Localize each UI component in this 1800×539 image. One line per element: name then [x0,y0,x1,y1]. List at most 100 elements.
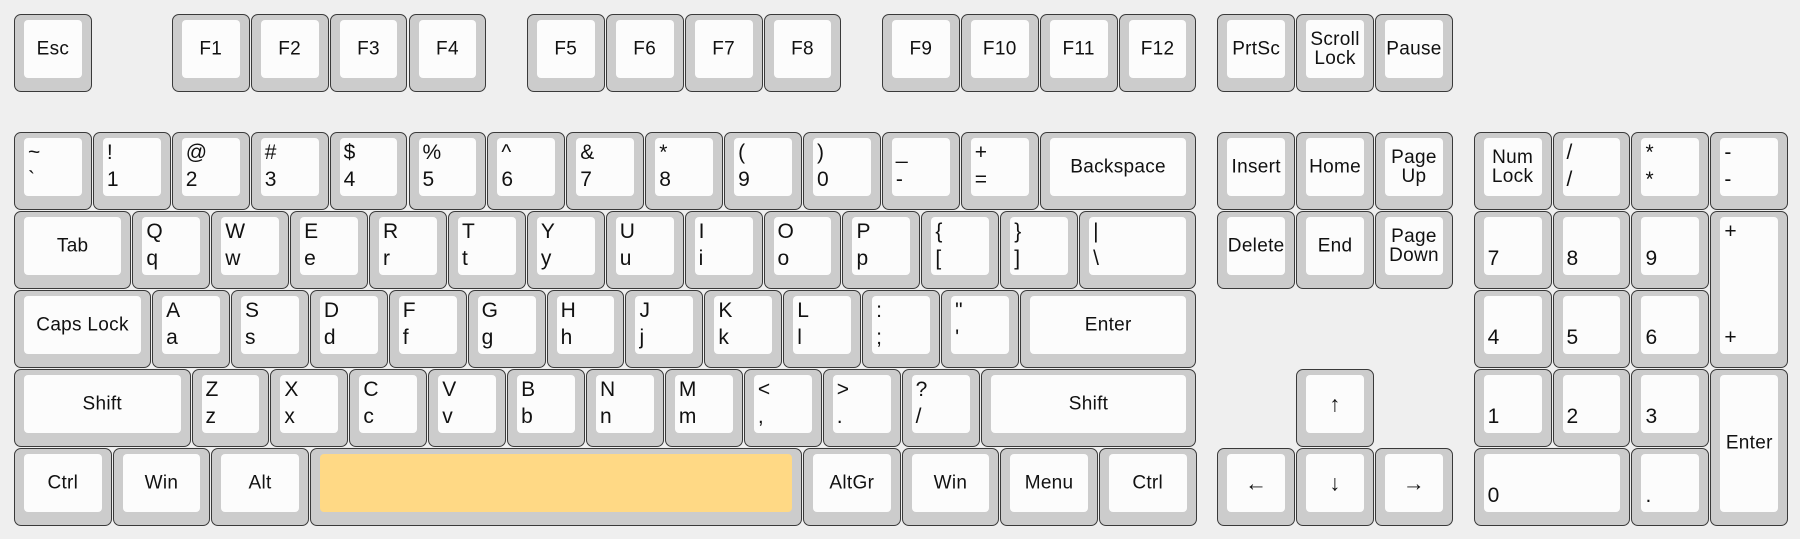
key-k28[interactable]: + = [960,132,1039,211]
key-9[interactable]: 9 [1631,211,1710,290]
key-f7[interactable]: F7 [684,14,763,92]
key-win[interactable]: Win [901,447,1000,526]
key-h[interactable]: Hh [546,290,625,369]
key-k16[interactable]: ~ ` [14,132,92,211]
key-delete[interactable]: Delete [1217,211,1296,290]
key-backspace[interactable]: Backspace [1039,132,1197,211]
key-home[interactable]: Home [1296,132,1375,211]
key-1[interactable]: ! 1 [92,132,171,211]
key-tab[interactable]: Tab [14,211,132,290]
key-7[interactable]: & 7 [566,132,645,211]
key-2[interactable]: @2 [171,132,250,211]
key-0[interactable]: ) 0 [803,132,881,211]
key-k49[interactable]: }] [1000,211,1079,290]
key-f2[interactable]: F2 [250,14,329,92]
key-prtsc[interactable]: PrtSc [1217,14,1296,92]
key-k35[interactable]: * * [1631,132,1710,211]
key-k27[interactable]: _ - [881,132,960,211]
key-page-up[interactable]: Page Up [1375,132,1453,211]
key-v[interactable]: Vv [428,369,507,447]
key-6[interactable]: ^ 6 [487,132,566,211]
key-9[interactable]: (9 [724,132,802,211]
key-k103[interactable]: . [1631,447,1710,526]
key-f6[interactable]: F6 [605,14,684,92]
key-k68[interactable]: :; [862,290,941,369]
key-up-arrow[interactable]: ↑ [1296,369,1375,447]
key-c[interactable]: Cc [349,369,428,447]
key-page-down[interactable]: Page Down [1375,211,1453,290]
key-ctrl[interactable]: Ctrl [1098,447,1197,526]
key-k83[interactable]: >. [822,369,901,447]
key-alt[interactable]: Alt [211,447,309,526]
key-i[interactable]: Ii [684,211,763,290]
key-8[interactable]: 8 [1552,211,1631,290]
key-1[interactable]: 1 [1473,369,1552,447]
key-o[interactable]: Oo [763,211,842,290]
key-p[interactable]: Pp [842,211,921,290]
key-f3[interactable]: F3 [329,14,408,92]
key-5[interactable]: % 5 [408,132,487,211]
key-k84[interactable]: ? / [901,369,980,447]
key-menu[interactable]: Menu [1000,447,1098,526]
key-f9[interactable]: F9 [881,14,960,92]
key-f5[interactable]: F5 [526,14,605,92]
key-g[interactable]: Gg [467,290,546,369]
key-y[interactable]: Yy [526,211,605,290]
key-w[interactable]: Ww [211,211,290,290]
key-5[interactable]: 5 [1552,290,1631,369]
key-u[interactable]: Uu [605,211,684,290]
key-ctrl[interactable]: Ctrl [14,447,112,526]
key-k34[interactable]: / / [1552,132,1631,211]
key-win[interactable]: Win [112,447,211,526]
key-n[interactable]: Nn [586,369,664,447]
key-altgr[interactable]: AltGr [803,447,901,526]
key-m[interactable]: Mm [664,369,743,447]
key-caps-lock[interactable]: Caps Lock [14,290,152,369]
key-k[interactable]: Kk [704,290,783,369]
key-2[interactable]: 2 [1552,369,1631,447]
key-f4[interactable]: F4 [408,14,487,92]
key-insert[interactable]: Insert [1217,132,1296,211]
key-scroll-lock[interactable]: Scroll Lock [1296,14,1375,92]
key-j[interactable]: Jj [625,290,704,369]
key-shift[interactable]: Shift [980,369,1197,447]
key-d[interactable]: Dd [309,290,388,369]
key-f12[interactable]: F12 [1118,14,1197,92]
key-f1[interactable]: F1 [171,14,250,92]
key-l[interactable]: Ll [783,290,862,369]
key-num-lock[interactable]: Num Lock [1473,132,1552,211]
key-f[interactable]: Ff [388,290,467,369]
key-s[interactable]: Ss [230,290,309,369]
key-q[interactable]: Qq [132,211,211,290]
key-z[interactable]: Zz [191,369,270,447]
key-4[interactable]: $4 [329,132,408,211]
key-enter[interactable]: Enter [1019,290,1197,369]
key-end[interactable]: End [1296,211,1375,290]
key-k50[interactable]: | \ [1079,211,1197,290]
key-x[interactable]: Xx [270,369,349,447]
key-left-arrow[interactable]: ← [1217,447,1296,526]
key-t[interactable]: Tt [447,211,526,290]
key-k82[interactable]: <, [743,369,822,447]
key-e[interactable]: Ee [290,211,369,290]
key-6[interactable]: 6 [1631,290,1710,369]
key-0[interactable]: 0 [1473,447,1631,526]
key-r[interactable]: Rr [369,211,447,290]
key-pause[interactable]: Pause [1375,14,1453,92]
key-3[interactable]: #3 [250,132,329,211]
key-4[interactable]: 4 [1473,290,1552,369]
key-right-arrow[interactable]: → [1375,447,1453,526]
key-7[interactable]: 7 [1473,211,1552,290]
key-3[interactable]: 3 [1631,369,1710,447]
key-k48[interactable]: {[ [921,211,1000,290]
key-f8[interactable]: F8 [763,14,842,92]
key-k57[interactable]: + + [1710,211,1789,369]
key-down-arrow[interactable]: ↓ [1296,447,1375,526]
key-enter[interactable]: Enter [1710,369,1789,526]
key-8[interactable]: * 8 [645,132,724,211]
key-f10[interactable]: F10 [960,14,1039,92]
key-k69[interactable]: " ' [941,290,1019,369]
key-shift[interactable]: Shift [14,369,191,447]
key-space[interactable] [309,447,802,526]
key-esc[interactable]: Esc [14,14,92,92]
